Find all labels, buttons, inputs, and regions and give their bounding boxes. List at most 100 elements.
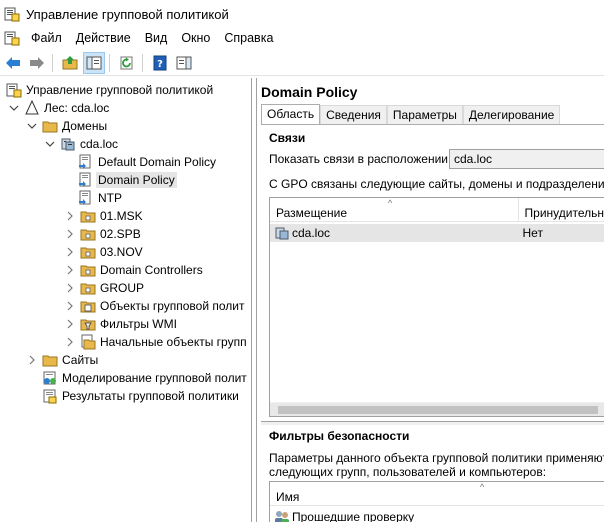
tree-item-gpmc-root[interactable]: Управление групповой политикой [6,81,213,99]
menu-view[interactable]: Вид [138,28,175,48]
horizontal-scrollbar[interactable] [270,402,604,416]
system-menu-icon[interactable] [4,30,20,46]
chevron-right-icon[interactable] [64,243,76,261]
gpmc-app-icon [4,7,20,22]
chevron-down-icon[interactable] [44,135,56,153]
security-principal: Прошедшие проверку [292,510,415,522]
menu-action[interactable]: Действие [69,28,138,48]
tab-delegation[interactable]: Делегирование [462,105,561,124]
chevron-right-icon[interactable] [64,315,76,333]
ou-folder-icon [80,262,96,278]
tree-item-ou-02-spb[interactable]: 02.SPB [64,225,141,243]
help-icon: ? [153,55,167,70]
column-enforced[interactable]: Принудительн [519,198,604,222]
modeling-icon [42,370,58,386]
gpo-link-icon [78,172,94,188]
tree-item-ntp[interactable]: NTP [78,189,122,207]
arrow-right-icon [30,56,44,69]
chevron-right-icon[interactable] [64,261,76,279]
security-header: ^ Имя [270,482,604,506]
tree-item-ou-group[interactable]: GROUP [64,279,144,297]
ou-folder-icon [80,226,96,242]
linked-description: С GPO связаны следующие сайты, домены и … [269,177,604,191]
tab-strip: Область Сведения Параметры Делегирование [261,104,561,124]
link-location: cda.loc [292,226,331,240]
tree-item-ou-01-msk[interactable]: 01.MSK [64,207,143,225]
chevron-down-icon[interactable] [26,117,38,135]
chevron-right-icon[interactable] [64,297,76,315]
folder-up-icon [62,55,78,69]
chevron-right-icon[interactable] [64,279,76,297]
tree-item-gp-results[interactable]: Результаты групповой политики [42,387,239,405]
tree-item-ou-03-nov[interactable]: 03.NOV [64,243,143,261]
tree-item-domain-policy[interactable]: Domain Policy [78,171,177,189]
ou-folder-icon [80,208,96,224]
ou-folder-icon [80,244,96,260]
security-listview[interactable]: ^ Имя Прошедшие проверку [269,481,604,522]
tree-item-wmi-filters[interactable]: Фильтры WMI [64,315,177,333]
domain-icon [275,227,289,240]
console-tree-icon [86,56,102,69]
tree-item-starter-gpos[interactable]: Начальные объекты групп [64,333,247,351]
security-description-2: следующих групп, пользователей и компьют… [269,465,547,479]
links-header: ^ Размещение Принудительн [270,198,604,222]
help-button[interactable]: ? [149,52,171,74]
tree-item-domain-cda-loc[interactable]: cda.loc [44,135,118,153]
gpo-folder-icon [80,298,96,314]
scope-tab-content: Связи Показать связи в расположении: cda… [261,124,604,522]
chevron-right-icon[interactable] [64,333,76,351]
tab-settings[interactable]: Параметры [386,105,463,124]
link-enforced: Нет [522,226,543,240]
results-icon [42,388,58,404]
back-button[interactable] [2,52,24,74]
tree-item-sites[interactable]: Сайты [26,351,98,369]
details-pane: Domain Policy Область Сведения Параметры… [256,78,604,522]
table-row[interactable]: cda.loc Нет [270,224,604,242]
toolbar-separator [52,53,53,72]
links-listview[interactable]: ^ Размещение Принудительн cda.loc Нет [269,197,604,417]
gpo-title: Domain Policy [261,84,358,100]
scrollbar-thumb[interactable] [278,406,598,414]
refresh-button[interactable] [116,52,138,74]
menu-window[interactable]: Окно [174,28,217,48]
gpmc-root-icon [6,82,22,98]
tree-item-domains[interactable]: Домены [26,117,107,135]
forest-icon [24,100,40,116]
show-hide-tree-button[interactable] [83,51,105,74]
tree-item-domain-controllers[interactable]: Domain Controllers [64,261,203,279]
window-title: Управление групповой политикой [26,6,229,22]
tab-scope[interactable]: Область [261,104,321,124]
security-section-title: Фильтры безопасности [269,429,410,443]
column-location[interactable]: ^ Размещение [270,198,519,222]
table-row[interactable]: Прошедшие проверку [270,508,604,522]
users-group-icon [275,511,289,522]
action-pane-button[interactable] [173,52,195,74]
starter-gpo-folder-icon [80,334,96,350]
refresh-icon [120,56,133,69]
location-dropdown[interactable]: cda.loc [449,149,604,169]
ou-folder-icon [80,280,96,296]
toolbar-separator [142,53,143,72]
chevron-right-icon[interactable] [26,351,38,369]
domain-icon [60,136,76,152]
chevron-down-icon[interactable] [8,99,20,117]
svg-text:?: ? [157,59,163,70]
title-bar: Управление групповой политикой [0,0,604,28]
toolbar: ? [0,50,604,76]
tab-details[interactable]: Сведения [320,105,387,124]
chevron-right-icon[interactable] [64,207,76,225]
menu-help[interactable]: Справка [217,28,280,48]
gpo-link-icon [78,190,94,206]
tree-item-default-domain-policy[interactable]: Default Domain Policy [78,153,216,171]
pane-splitter[interactable] [261,421,604,425]
wmi-filter-folder-icon [80,316,96,332]
tree-item-gp-modeling[interactable]: Моделирование групповой полит [42,369,247,387]
tree-item-gpo-objects[interactable]: Объекты групповой полит [64,297,244,315]
tree-item-forest[interactable]: Лес: cda.loc [8,99,109,117]
chevron-right-icon[interactable] [64,225,76,243]
menu-file[interactable]: Файл [24,28,69,48]
column-name[interactable]: ^ Имя [270,482,604,506]
sort-arrow-icon: ^ [480,482,485,492]
forward-button[interactable] [26,52,48,74]
up-level-button[interactable] [59,52,81,74]
